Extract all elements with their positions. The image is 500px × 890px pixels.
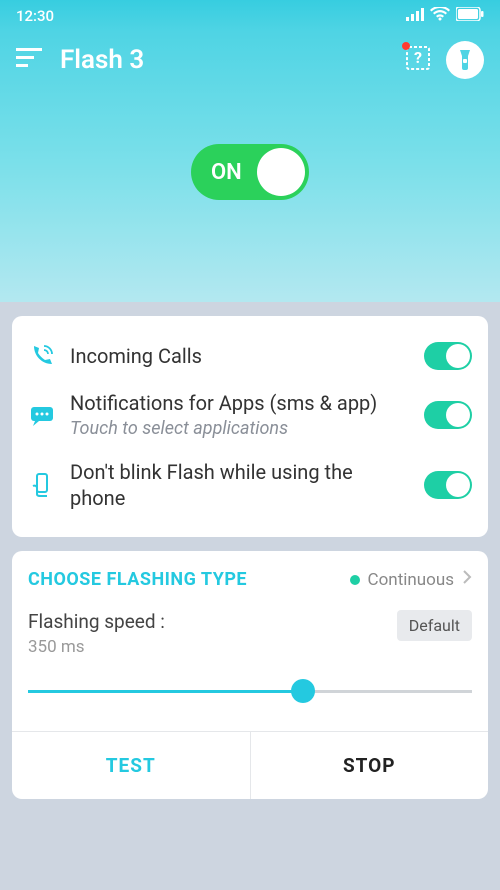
- wifi-icon: [430, 7, 450, 26]
- status-bar: 12:30: [0, 0, 500, 32]
- option-title: Don't blink Flash while using the phone: [70, 459, 410, 511]
- option-subtitle: Touch to select applications: [70, 418, 410, 439]
- notification-dot-icon: [402, 42, 410, 50]
- speed-value: 350 ms: [28, 637, 165, 657]
- status-time: 12:30: [16, 7, 54, 25]
- app-bar: Flash 3 ?: [16, 32, 484, 88]
- toggle-incoming-calls[interactable]: [424, 342, 472, 370]
- status-icons: [406, 7, 484, 26]
- toggle-notifications[interactable]: [424, 401, 472, 429]
- phone-in-hand-icon: [28, 472, 56, 498]
- test-button[interactable]: TEST: [12, 732, 251, 799]
- section-title: CHOOSE FLASHING TYPE: [28, 569, 247, 590]
- flashing-type-value: Continuous: [350, 569, 472, 590]
- phone-icon: [28, 343, 56, 369]
- toggle-dont-blink[interactable]: [424, 471, 472, 499]
- option-title: Notifications for Apps (sms & app): [70, 390, 410, 416]
- type-label: Continuous: [368, 570, 454, 590]
- option-notifications[interactable]: Notifications for Apps (sms & app) Touch…: [28, 380, 472, 449]
- stop-button[interactable]: STOP: [251, 732, 489, 799]
- option-incoming-calls[interactable]: Incoming Calls: [28, 332, 472, 380]
- speed-row: Flashing speed : 350 ms Default: [28, 610, 472, 657]
- flashing-type-row[interactable]: CHOOSE FLASHING TYPE Continuous: [28, 569, 472, 610]
- main-toggle-knob: [257, 148, 305, 196]
- battery-icon: [456, 7, 484, 25]
- message-icon: [28, 402, 56, 428]
- speed-slider[interactable]: [28, 679, 472, 703]
- flashing-card: CHOOSE FLASHING TYPE Continuous Flashing…: [12, 551, 488, 799]
- svg-text:?: ?: [414, 48, 422, 67]
- header-area: Flash 3 ? ON: [0, 32, 500, 302]
- signal-icon: [406, 7, 424, 25]
- content: Incoming Calls Notifications for Apps (s…: [0, 302, 500, 799]
- app-title: Flash 3: [60, 45, 144, 75]
- chevron-right-icon: [462, 569, 472, 590]
- speed-label: Flashing speed :: [28, 610, 165, 633]
- main-toggle-label: ON: [211, 160, 242, 185]
- slider-thumb[interactable]: [291, 679, 315, 703]
- help-icon[interactable]: ?: [404, 44, 432, 76]
- status-dot-icon: [350, 575, 360, 585]
- option-dont-blink[interactable]: Don't blink Flash while using the phone: [28, 449, 472, 521]
- options-card: Incoming Calls Notifications for Apps (s…: [12, 316, 488, 537]
- main-power-toggle[interactable]: ON: [191, 144, 309, 200]
- default-button[interactable]: Default: [397, 610, 472, 641]
- flashlight-button[interactable]: [446, 41, 484, 79]
- menu-icon[interactable]: [16, 48, 42, 72]
- slider-fill: [28, 690, 303, 693]
- action-row: TEST STOP: [12, 731, 488, 799]
- option-title: Incoming Calls: [70, 343, 410, 369]
